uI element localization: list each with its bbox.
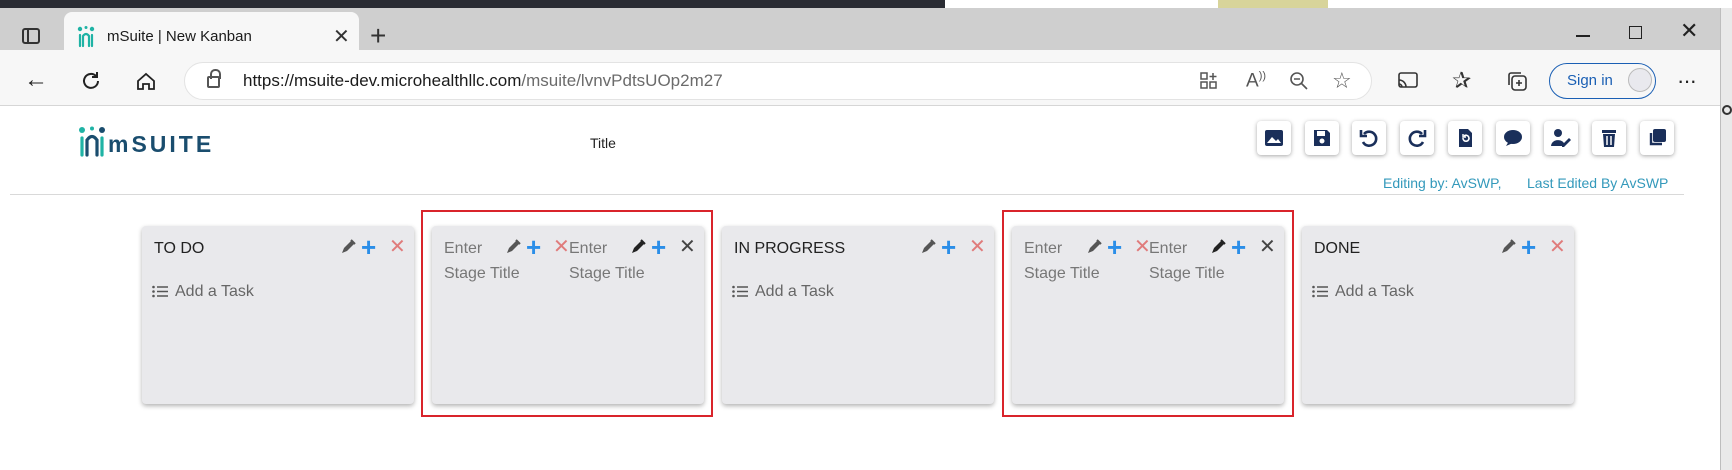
user-edit-icon xyxy=(1551,129,1571,147)
delete-stage-icon[interactable]: ✕ xyxy=(679,237,696,257)
tab-close-icon[interactable]: ✕ xyxy=(333,24,350,49)
save-button[interactable] xyxy=(1305,121,1339,155)
undo-button[interactable] xyxy=(1352,121,1386,155)
stage-title-placeholder-2: Stage Title xyxy=(1024,265,1100,282)
tab-actions-icon[interactable] xyxy=(22,28,40,44)
last-edited-label: Last Edited By AvSWP xyxy=(1527,175,1669,191)
trash-icon xyxy=(1602,130,1616,147)
copy-icon xyxy=(1649,129,1666,146)
delete-stage-icon[interactable]: ✕ xyxy=(1549,237,1566,257)
color-picker-icon[interactable] xyxy=(340,239,356,255)
profile-avatar-icon xyxy=(1628,68,1652,92)
comment-button[interactable] xyxy=(1496,121,1530,155)
delete-stage-icon[interactable]: ✕ xyxy=(389,237,406,257)
add-task-button[interactable]: Add a Task xyxy=(755,283,834,301)
image-icon xyxy=(1265,130,1283,146)
copy-button[interactable] xyxy=(1640,121,1674,155)
redo-button[interactable] xyxy=(1400,121,1434,155)
save-icon xyxy=(1314,130,1330,146)
home-icon[interactable] xyxy=(135,70,157,92)
image-button[interactable] xyxy=(1257,121,1291,155)
add-task-button[interactable]: Add a Task xyxy=(175,283,254,301)
color-picker-icon[interactable] xyxy=(630,239,646,255)
url-path: /msuite/lvnvPdtsUOp2m27 xyxy=(521,71,723,90)
stage-title-placeholder-1: Enter xyxy=(444,240,483,257)
stage-title-placeholder-2: Stage Title xyxy=(569,265,645,282)
new-tab-icon[interactable]: + xyxy=(370,20,386,52)
stage-title-placeholder-2: Stage Title xyxy=(444,265,520,282)
add-stage-icon[interactable]: + xyxy=(1107,234,1122,260)
add-task-button[interactable]: Add a Task xyxy=(1335,283,1414,301)
restore-button[interactable] xyxy=(1448,121,1482,155)
delete-board-button[interactable] xyxy=(1592,121,1626,155)
lock-icon[interactable] xyxy=(207,69,221,88)
delete-stage-icon[interactable]: ✕ xyxy=(1259,237,1276,257)
add-stage-icon[interactable]: + xyxy=(651,234,666,260)
add-stage-icon[interactable]: + xyxy=(361,234,376,260)
color-picker-icon[interactable] xyxy=(505,239,521,255)
add-favorite-icon[interactable]: ☆ xyxy=(1332,68,1352,94)
url-text[interactable]: https://msuite-dev.microhealthllc.com/ms… xyxy=(243,71,723,91)
color-picker-icon[interactable] xyxy=(1500,239,1516,255)
column-title[interactable]: IN PROGRESS xyxy=(734,240,845,258)
add-stage-icon[interactable]: + xyxy=(1231,234,1246,260)
user-edit-button[interactable] xyxy=(1544,121,1578,155)
window-right-edge xyxy=(1720,8,1732,470)
collections-icon[interactable] xyxy=(1506,70,1528,92)
stage-title-placeholder-1: Enter xyxy=(569,240,608,257)
screen-top-strip xyxy=(0,0,1732,8)
delete-stage-icon[interactable]: ✕ xyxy=(553,237,570,257)
favorites-icon[interactable]: ✰ xyxy=(1452,67,1471,94)
back-icon[interactable]: ← xyxy=(24,66,48,94)
url-host: https://msuite-dev.microhealthllc.com xyxy=(243,71,522,90)
redo-icon xyxy=(1408,130,1427,147)
list-icon xyxy=(1312,285,1328,298)
column-title[interactable]: DONE xyxy=(1314,240,1360,258)
msuite-favicon-icon xyxy=(77,26,95,48)
color-picker-icon[interactable] xyxy=(920,239,936,255)
read-aloud-icon[interactable]: A)) xyxy=(1246,70,1266,92)
zoom-out-icon[interactable] xyxy=(1289,71,1309,91)
color-picker-icon[interactable] xyxy=(1210,239,1226,255)
maximize-icon[interactable] xyxy=(1629,26,1642,39)
refresh-icon[interactable] xyxy=(80,70,102,92)
page-title[interactable]: Title xyxy=(590,135,616,151)
add-stage-icon[interactable]: + xyxy=(941,234,956,260)
window-close-icon[interactable]: ✕ xyxy=(1680,18,1698,44)
column-title[interactable]: TO DO xyxy=(154,240,204,258)
restore-icon xyxy=(1459,129,1472,147)
list-icon xyxy=(732,285,748,298)
delete-stage-icon[interactable]: ✕ xyxy=(969,237,986,257)
app-available-icon[interactable] xyxy=(1199,71,1219,91)
sign-in-label: Sign in xyxy=(1567,72,1613,89)
list-icon xyxy=(152,285,168,298)
msuite-logo-icon xyxy=(79,126,105,157)
logo-text: mSUITE xyxy=(108,131,215,157)
more-menu-icon[interactable]: ··· xyxy=(1677,68,1697,94)
comment-icon xyxy=(1504,130,1522,146)
undo-icon xyxy=(1359,130,1378,147)
stage-title-placeholder-1: Enter xyxy=(1149,240,1188,257)
stage-title-placeholder-1: Enter xyxy=(1024,240,1063,257)
cast-icon[interactable] xyxy=(1397,72,1419,90)
stage-title-placeholder-2: Stage Title xyxy=(1149,265,1225,282)
color-picker-icon[interactable] xyxy=(1086,239,1102,255)
header-divider xyxy=(10,194,1684,195)
minimize-icon[interactable] xyxy=(1576,35,1590,37)
editing-by-label: Editing by: AvSWP, xyxy=(1383,175,1502,191)
add-stage-icon[interactable]: + xyxy=(526,234,541,260)
tab-title: mSuite | New Kanban xyxy=(107,28,252,45)
add-stage-icon[interactable]: + xyxy=(1521,234,1536,260)
side-add-icon[interactable] xyxy=(1722,105,1732,115)
